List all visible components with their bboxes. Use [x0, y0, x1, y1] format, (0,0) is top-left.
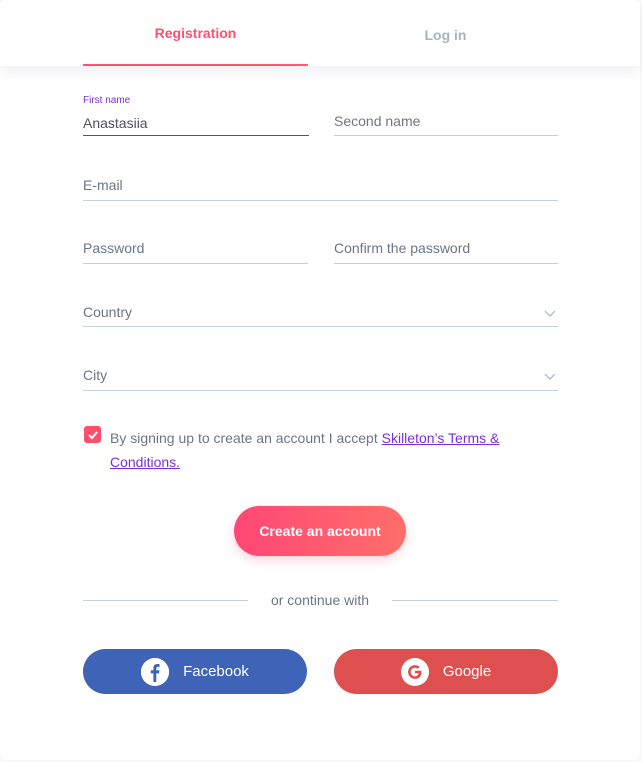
- city-select[interactable]: City: [83, 350, 558, 391]
- chevron-down-icon: [544, 373, 556, 380]
- confirm-password-label: Confirm the password: [334, 240, 471, 256]
- divider-left: [83, 600, 248, 601]
- google-label: Google: [442, 663, 492, 680]
- first-name-label: First name: [83, 95, 131, 106]
- terms-checkbox[interactable]: [84, 426, 101, 443]
- first-name-field[interactable]: First name Anastasiia: [83, 95, 309, 136]
- create-account-button[interactable]: Create an account: [234, 506, 406, 556]
- facebook-button[interactable]: Facebook: [83, 649, 307, 694]
- confirm-password-field[interactable]: Confirm the password: [334, 223, 558, 264]
- divider-right: [392, 600, 558, 601]
- auth-tabs: Registration Log in: [0, 0, 640, 66]
- registration-card: Registration Log in First name Anastasii…: [0, 0, 640, 760]
- city-label: City: [83, 367, 108, 383]
- chevron-down-icon: [544, 310, 556, 317]
- facebook-icon: [141, 657, 170, 686]
- tab-login[interactable]: Log in: [333, 2, 558, 68]
- google-button[interactable]: Google: [334, 649, 558, 694]
- tab-registration[interactable]: Registration: [83, 0, 308, 66]
- email-label: E-mail: [83, 177, 123, 193]
- email-field[interactable]: E-mail: [83, 160, 558, 201]
- country-select[interactable]: Country: [83, 286, 558, 327]
- google-icon: [400, 657, 429, 686]
- second-name-label: Second name: [334, 113, 421, 129]
- first-name-value[interactable]: Anastasiia: [83, 115, 148, 131]
- terms-text: By signing up to create an account I acc…: [110, 426, 530, 474]
- facebook-label: Facebook: [183, 663, 249, 680]
- second-name-field[interactable]: Second name: [334, 95, 558, 136]
- password-field[interactable]: Password: [83, 223, 308, 264]
- terms-prefix: By signing up to create an account I acc…: [110, 430, 382, 446]
- check-icon: [87, 430, 98, 439]
- password-label: Password: [83, 240, 145, 256]
- country-label: Country: [83, 304, 133, 320]
- divider-text: or continue with: [270, 592, 370, 608]
